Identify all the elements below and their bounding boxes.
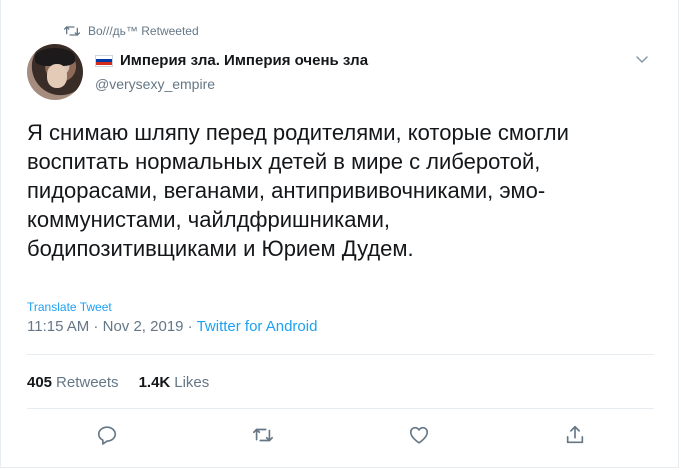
retweeted-by[interactable]: Во///дь™ Retweeted — [64, 22, 199, 40]
tweet-text-line: пидорасами, веганами, антипрививочниками… — [27, 178, 546, 203]
tweet-time[interactable]: 11:15 AM — [27, 318, 89, 335]
retweets-label: Retweets — [56, 374, 119, 391]
divider — [27, 408, 654, 409]
retweets-count: 405 — [27, 374, 53, 391]
tweet-text-line: Я снимаю шляпу перед родителями, которые… — [27, 120, 569, 145]
retweet-icon — [253, 428, 273, 442]
retweets-stat[interactable]: 405 Retweets — [27, 374, 119, 391]
tweet-date[interactable]: Nov 2, 2019 — [103, 318, 184, 335]
tweet-meta: 11:15 AM · Nov 2, 2019 · Twitter for And… — [27, 318, 317, 335]
tweet-client-link[interactable]: Twitter for Android — [197, 318, 318, 335]
reply-icon — [97, 426, 117, 445]
tweet-actions — [96, 424, 596, 448]
reply-button[interactable] — [96, 424, 118, 446]
author-handle[interactable]: @verysexy_empire — [95, 76, 215, 92]
author-name-row[interactable]: Империя зла. Империя очень зла — [95, 52, 368, 69]
likes-count: 1.4K — [138, 374, 171, 391]
share-icon — [566, 425, 584, 444]
tweet-card: Во///дь™ Retweeted Империя зла. Империя … — [0, 0, 679, 468]
share-button[interactable] — [564, 424, 586, 446]
avatar[interactable] — [27, 44, 83, 100]
author-display-name[interactable]: Империя зла. Империя очень зла — [120, 52, 368, 69]
tweet-stats: 405 Retweets 1.4K Likes — [27, 374, 209, 391]
like-icon — [409, 426, 429, 444]
tweet-text-line: коммунистами, чайлдфришниками, — [27, 207, 390, 232]
meta-separator: · — [183, 318, 197, 335]
like-button[interactable] — [408, 424, 430, 446]
likes-stat[interactable]: 1.4K Likes — [139, 374, 210, 391]
tweet-text: Я снимаю шляпу перед родителями, которые… — [27, 118, 647, 263]
chevron-down-icon[interactable] — [635, 54, 649, 64]
retweet-icon — [64, 26, 80, 36]
retweeted-by-label: Во///дь™ Retweeted — [88, 24, 199, 38]
translate-tweet-link[interactable]: Translate Tweet — [27, 300, 112, 314]
tweet-text-line: воспитать нормальных детей в мире с либе… — [27, 149, 541, 174]
divider — [27, 354, 654, 355]
tweet-text-line: бодипозитивщиками и Юрием Дудем. — [27, 236, 414, 261]
retweet-button[interactable] — [252, 424, 274, 446]
likes-label: Likes — [174, 374, 210, 391]
meta-separator: · — [89, 318, 103, 335]
russian-flag-icon — [95, 54, 113, 67]
